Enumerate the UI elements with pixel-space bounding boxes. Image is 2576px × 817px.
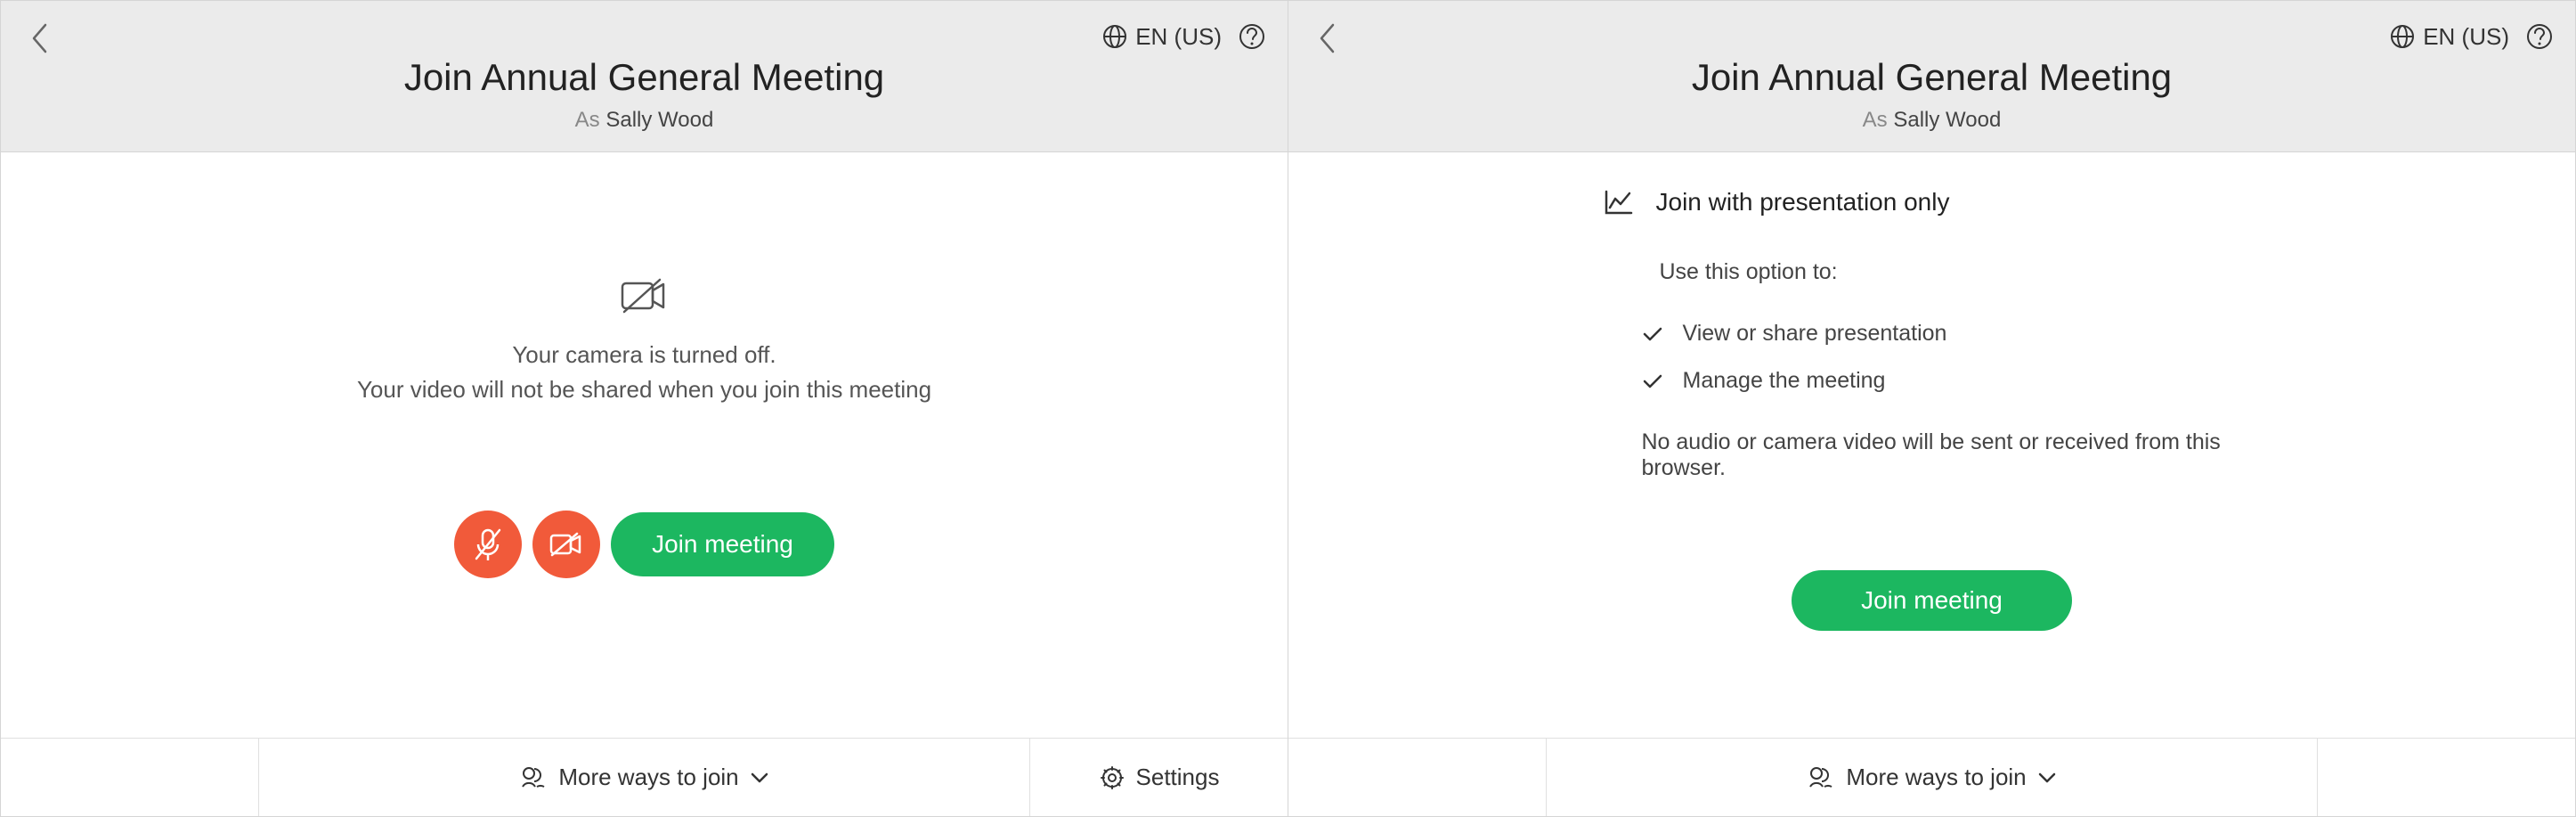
more-ways-icon	[1807, 764, 1835, 792]
more-ways-label: More ways to join	[1846, 764, 2026, 791]
globe-icon	[1101, 23, 1128, 50]
header-right: EN (US) Join Annual General Meeting As S…	[1288, 1, 2575, 152]
mic-off-icon	[473, 527, 503, 562]
back-button[interactable]	[29, 22, 49, 54]
settings-button[interactable]: Settings	[1029, 739, 1288, 816]
more-ways-icon	[519, 764, 548, 792]
presentation-title: Join with presentation only	[1656, 188, 1950, 217]
chevron-left-icon	[1317, 22, 1337, 54]
page-title: Join Annual General Meeting	[1288, 56, 2575, 99]
camera-off-msg1: Your camera is turned off.	[357, 341, 931, 369]
footer-left: More ways to join Settings	[1, 738, 1288, 816]
camera-off-block: Your camera is turned off. Your video wi…	[357, 276, 931, 404]
language-selector[interactable]: EN (US)	[1101, 23, 1222, 51]
help-button[interactable]	[1238, 22, 1266, 51]
presentation-item-label: View or share presentation	[1683, 321, 1947, 347]
presentation-note: No audio or camera video will be sent or…	[1642, 429, 2262, 481]
presentation-title-row: Join with presentation only	[1603, 188, 2262, 217]
presentation-item-label: Manage the meeting	[1683, 368, 1886, 394]
help-icon	[2525, 22, 2554, 51]
chart-icon	[1603, 188, 1635, 217]
mic-toggle-button[interactable]	[454, 511, 522, 578]
language-label: EN (US)	[1135, 23, 1222, 51]
presentation-join-wrap: Join meeting	[1603, 517, 2262, 631]
page-subtitle: As Sally Wood	[1288, 108, 2575, 133]
gear-icon	[1099, 764, 1125, 791]
globe-icon	[2389, 23, 2416, 50]
footer-spacer-right	[2317, 739, 2575, 816]
camera-off-icon	[619, 276, 669, 315]
language-selector[interactable]: EN (US)	[2389, 23, 2509, 51]
language-label: EN (US)	[2423, 23, 2509, 51]
help-button[interactable]	[2525, 22, 2554, 51]
camera-off-small-icon	[549, 530, 584, 559]
back-button[interactable]	[1317, 22, 1337, 54]
header-left: EN (US) Join Annual General Meeting As S…	[1, 1, 1288, 152]
join-meeting-button[interactable]: Join meeting	[1792, 570, 2072, 631]
join-meeting-button[interactable]: Join meeting	[611, 512, 834, 576]
footer-spacer-left	[1, 739, 259, 816]
top-right-controls: EN (US)	[2389, 22, 2554, 51]
presentation-intro: Use this option to:	[1660, 259, 2262, 285]
title-block: Join Annual General Meeting As Sally Woo…	[1288, 1, 2575, 133]
left-pane: EN (US) Join Annual General Meeting As S…	[0, 0, 1288, 817]
footer-right: More ways to join	[1288, 738, 2575, 816]
body-left: Your camera is turned off. Your video wi…	[1, 152, 1288, 738]
body-right: Join with presentation only Use this opt…	[1288, 152, 2575, 738]
presentation-item: View or share presentation	[1642, 321, 2262, 347]
presentation-item: Manage the meeting	[1642, 368, 2262, 394]
top-right-controls: EN (US)	[1101, 22, 1266, 51]
join-controls: Join meeting	[454, 511, 834, 578]
camera-toggle-button[interactable]	[532, 511, 600, 578]
more-ways-label: More ways to join	[558, 764, 738, 791]
more-ways-to-join-button[interactable]: More ways to join	[1547, 739, 2317, 816]
footer-spacer-left	[1288, 739, 1547, 816]
chevron-left-icon	[29, 22, 49, 54]
as-prefix: As	[1863, 108, 1894, 132]
more-ways-to-join-button[interactable]: More ways to join	[259, 739, 1029, 816]
page-title: Join Annual General Meeting	[1, 56, 1288, 99]
check-icon	[1642, 372, 1663, 390]
chevron-down-icon	[750, 772, 769, 784]
right-pane: EN (US) Join Annual General Meeting As S…	[1288, 0, 2576, 817]
title-block: Join Annual General Meeting As Sally Woo…	[1, 1, 1288, 133]
help-icon	[1238, 22, 1266, 51]
user-name: Sally Wood	[605, 108, 713, 132]
check-icon	[1642, 325, 1663, 343]
presentation-block: Join with presentation only Use this opt…	[1603, 188, 2262, 631]
settings-label: Settings	[1136, 764, 1220, 791]
camera-off-msg2: Your video will not be shared when you j…	[357, 376, 931, 404]
page-subtitle: As Sally Wood	[1, 108, 1288, 133]
user-name: Sally Wood	[1893, 108, 2001, 132]
as-prefix: As	[575, 108, 606, 132]
chevron-down-icon	[2037, 772, 2057, 784]
